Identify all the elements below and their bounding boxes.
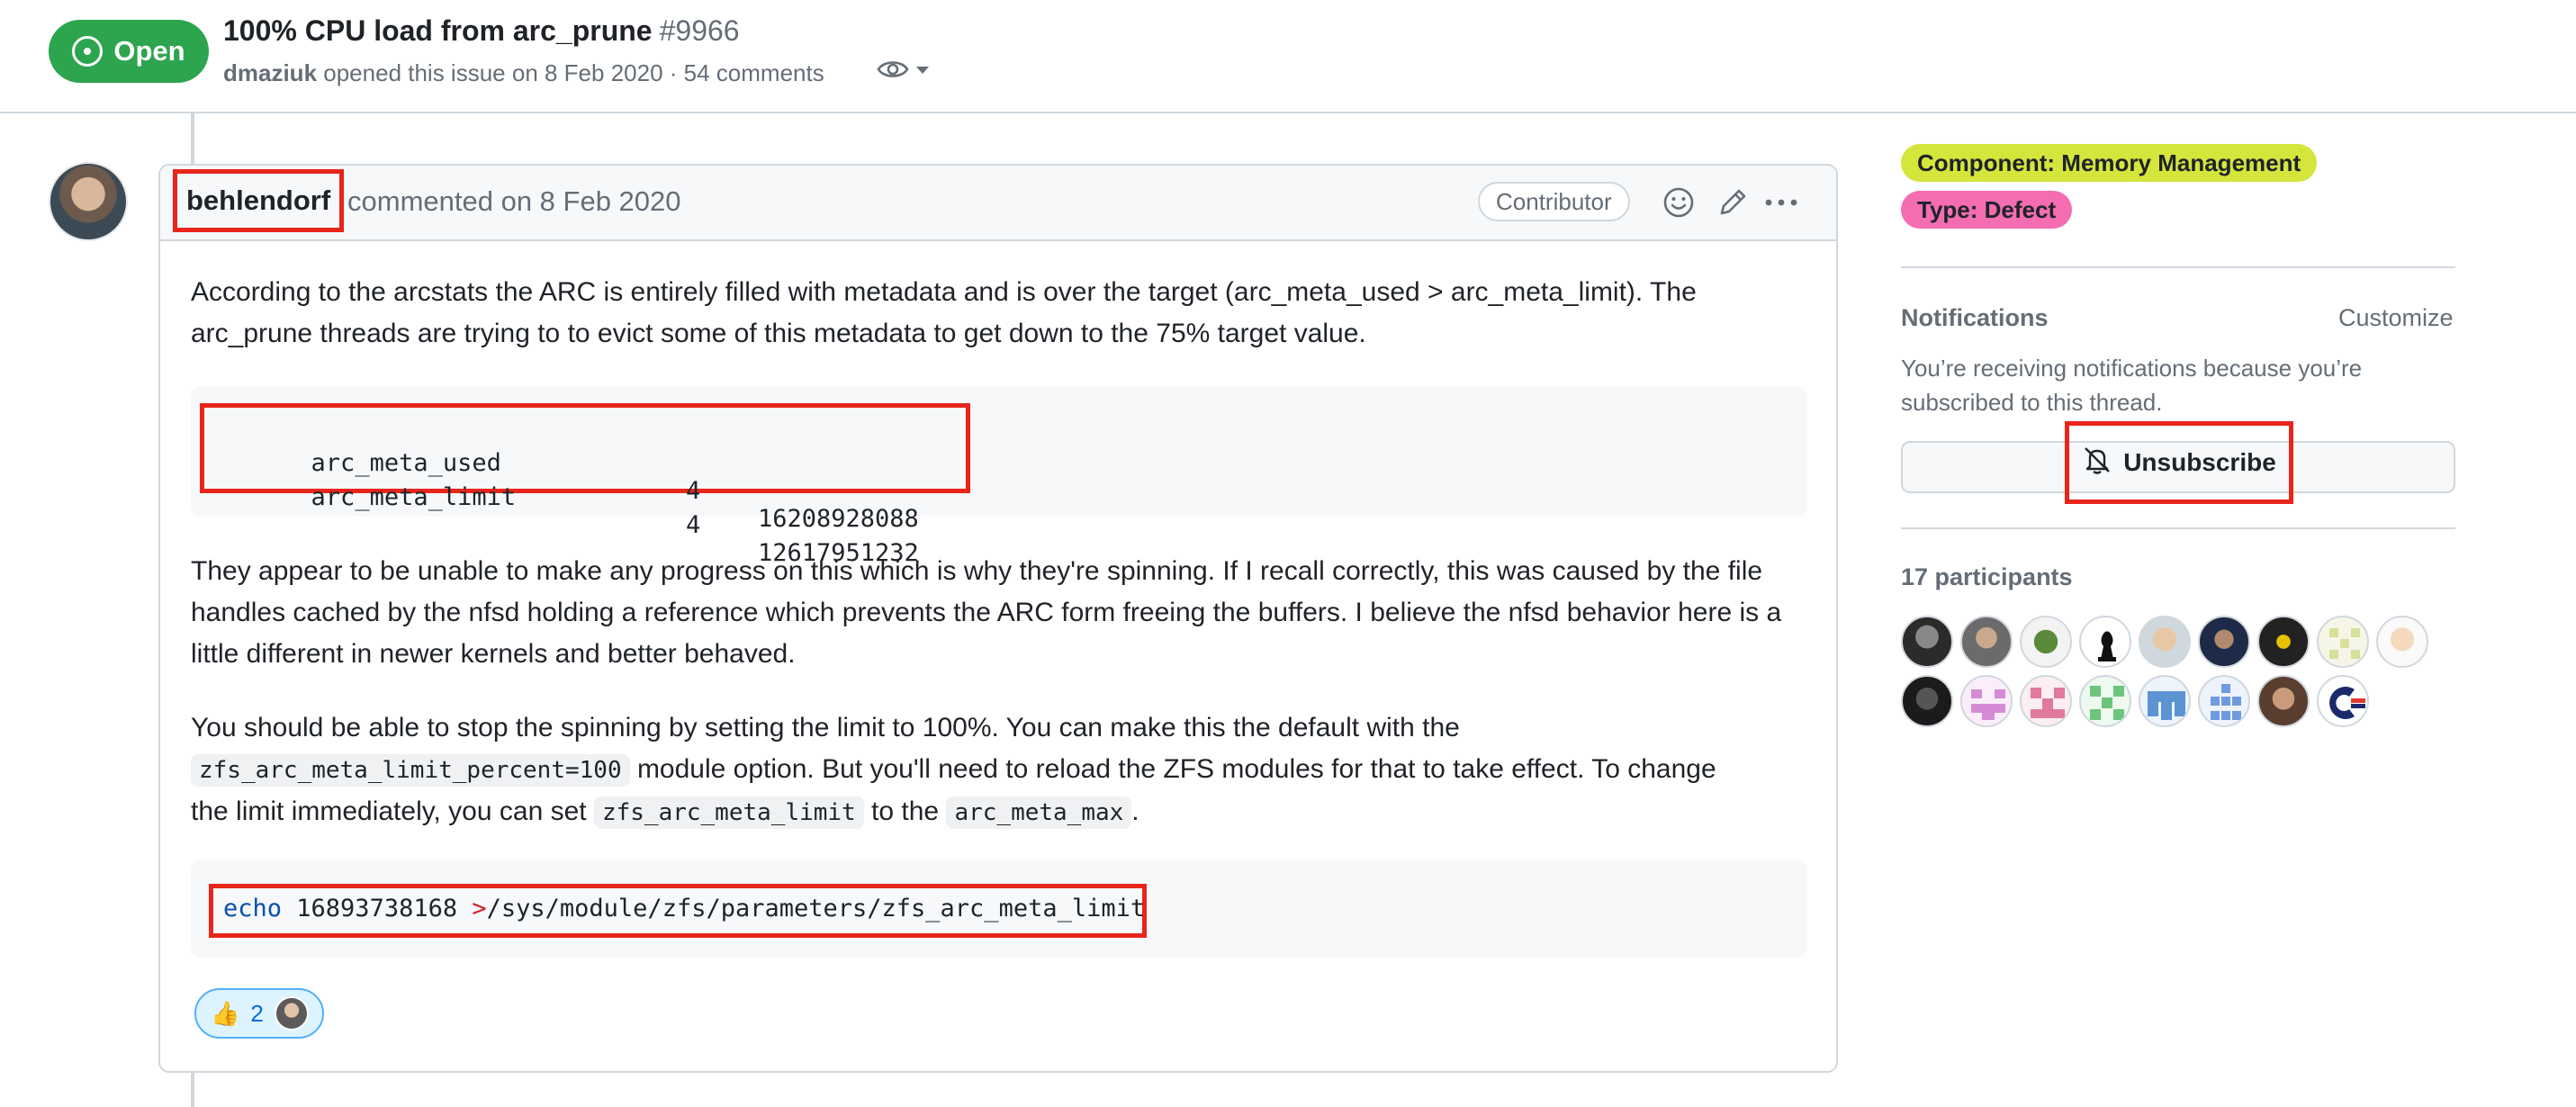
p3-text-b: the limit immediately, you can set [191,796,594,826]
kebab-menu-icon[interactable] [1762,184,1800,221]
chevron-down-icon [914,64,931,80]
notifications-heading: Notifications [1901,304,2049,331]
participant-avatar[interactable] [2139,616,2191,668]
code-row-2-name: arc_meta_limit [311,483,517,511]
participant-avatar[interactable] [2198,675,2250,727]
thumbs-up-reaction[interactable]: 👍 2 [194,988,324,1039]
contributor-badge: Contributor [1478,182,1630,221]
issue-title-text: 100% CPU load from arc_prune [223,14,653,47]
comment-box: behlendorf commented on 8 Feb 2020 Contr… [158,164,1838,1073]
comment-author-link[interactable]: behlendorf [173,169,345,232]
participant-avatar[interactable] [2257,675,2310,727]
watch-dropdown[interactable] [877,58,931,86]
code-row-1-value: 16208928088 [758,505,919,533]
sidebar-divider-2 [1901,527,2455,529]
label-component-memory-management[interactable]: Component: Memory Management [1901,144,2318,182]
participant-avatar[interactable] [1901,616,1953,668]
customize-link[interactable]: Customize [2338,304,2454,332]
label-type-defect[interactable]: Type: Defect [1901,191,2073,229]
comment-date[interactable]: commented on 8 Feb 2020 [347,185,681,218]
eye-icon [877,58,909,86]
reaction-count: 2 [250,999,264,1027]
code-row-1-type: 4 [686,477,701,505]
comment-paragraph-2: They appear to be unable to make any pro… [191,556,1782,669]
participant-avatar[interactable] [2020,675,2072,727]
reactor-avatar [274,996,309,1030]
participant-avatar[interactable] [2376,616,2428,668]
smiley-icon[interactable] [1660,184,1698,221]
command-operator: > [472,895,487,922]
participant-avatar[interactable] [2317,616,2369,668]
unsubscribe-button[interactable]: Unsubscribe [2065,421,2293,504]
comment-paragraph-1: According to the arcstats the ARC is ent… [191,277,1697,348]
sidebar-divider [1901,266,2455,268]
issue-title: 100% CPU load from arc_prune #9966 [223,14,740,48]
p3-text-d: . [1131,796,1139,826]
inline-code-meta-limit: zfs_arc_meta_limit [593,796,864,829]
issue-open-icon [72,36,104,67]
unsubscribe-label: Unsubscribe [2123,448,2276,476]
participants-heading: 17 participants [1901,563,2073,590]
issue-meta: dmaziuk opened this issue on 8 Feb 2020 … [223,59,824,87]
p3-text-a: module option. But you'll need to reload… [629,754,1716,784]
issue-state-badge: Open [49,20,209,83]
participant-avatar[interactable] [2020,616,2072,668]
participant-avatar[interactable] [2079,675,2131,727]
participant-avatar[interactable] [2257,616,2310,668]
issue-author-link[interactable]: dmaziuk [223,59,317,86]
issue-meta-text: opened this issue on 8 Feb 2020 · 54 com… [323,59,824,86]
arcstats-code-block: arc_meta_used 4 16208928088 arc_meta_lim… [191,387,1807,567]
inline-code-meta-limit-percent: zfs_arc_meta_limit_percent=100 [191,754,630,787]
p3-line1: You should be able to stop the spinning … [191,713,1460,742]
inline-code-meta-max: arc_meta_max [946,796,1132,829]
participant-avatar[interactable] [1901,675,1953,727]
participant-avatar[interactable] [2079,616,2131,668]
thumbs-up-icon: 👍 [211,999,240,1027]
p3-text-c: to the [863,796,947,826]
participant-avatar[interactable] [2139,675,2191,727]
bell-slash-icon [2082,445,2112,482]
issue-state-label: Open [113,35,185,67]
participant-avatar[interactable] [2317,675,2369,727]
code-row-2-type: 4 [686,511,701,539]
notifications-desc-line-1: You’re receiving notifications because y… [1901,355,2363,382]
issue-header: Open 100% CPU load from arc_prune #9966 d… [0,0,2576,113]
command-keyword: echo [223,895,283,922]
participant-avatar[interactable] [1960,675,2013,727]
pencil-icon[interactable] [1714,184,1752,221]
comment-paragraph-3: You should be able to stop the spinning … [191,707,1811,833]
command-number: 16893738168 [282,895,473,922]
command-line: echo 16893738168 >/sys/module/zfs/parame… [223,895,1145,922]
notifications-description: You’re receiving notifications because y… [1901,351,2362,419]
notifications-desc-line-2: subscribed to this thread. [1901,389,2163,416]
commenter-avatar[interactable] [49,162,128,241]
command-code-block: echo 16893738168 >/sys/module/zfs/parame… [191,860,1807,958]
comment-header: behlendorf commented on 8 Feb 2020 Contr… [160,166,1836,241]
issue-number: #9966 [659,14,740,47]
command-path: /sys/module/zfs/parameters/zfs_arc_meta_… [486,895,1146,922]
participant-avatar[interactable] [2198,616,2250,668]
participant-avatar[interactable] [1960,616,2013,668]
